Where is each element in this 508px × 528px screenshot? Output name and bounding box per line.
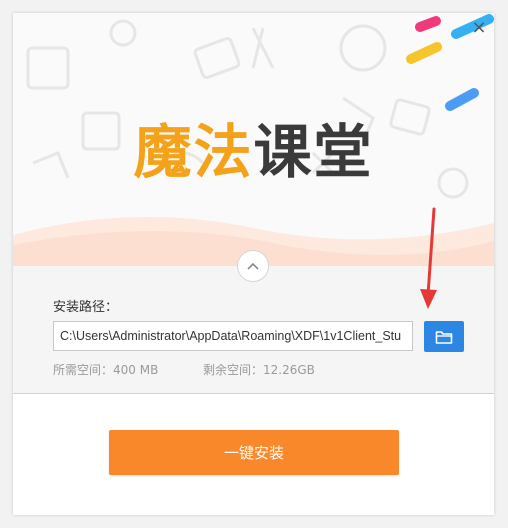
install-path-label: 安装路径： [53,300,119,315]
one-click-install-button[interactable]: 一键安装 [109,430,399,475]
required-space-text: 所需空间：400 MB [53,363,159,377]
browse-folder-button[interactable] [424,321,464,352]
logo-text-part1: 魔法 [133,118,254,186]
collapse-button[interactable] [237,250,269,282]
free-space-text: 剩余空间：12.26GB [203,363,315,377]
install-path-input[interactable] [53,321,413,351]
red-arrow-annotation [420,207,437,309]
app-logo: 魔法课堂 [13,105,494,189]
close-icon[interactable]: × [470,19,488,37]
logo-text-part2: 课堂 [253,118,374,186]
folder-icon [435,330,453,344]
installer-window: × 魔法课堂 安装路径： 所需空间：400 MB 剩余空间：12.26GB 一键… [13,13,494,515]
chevron-up-icon [247,262,259,270]
